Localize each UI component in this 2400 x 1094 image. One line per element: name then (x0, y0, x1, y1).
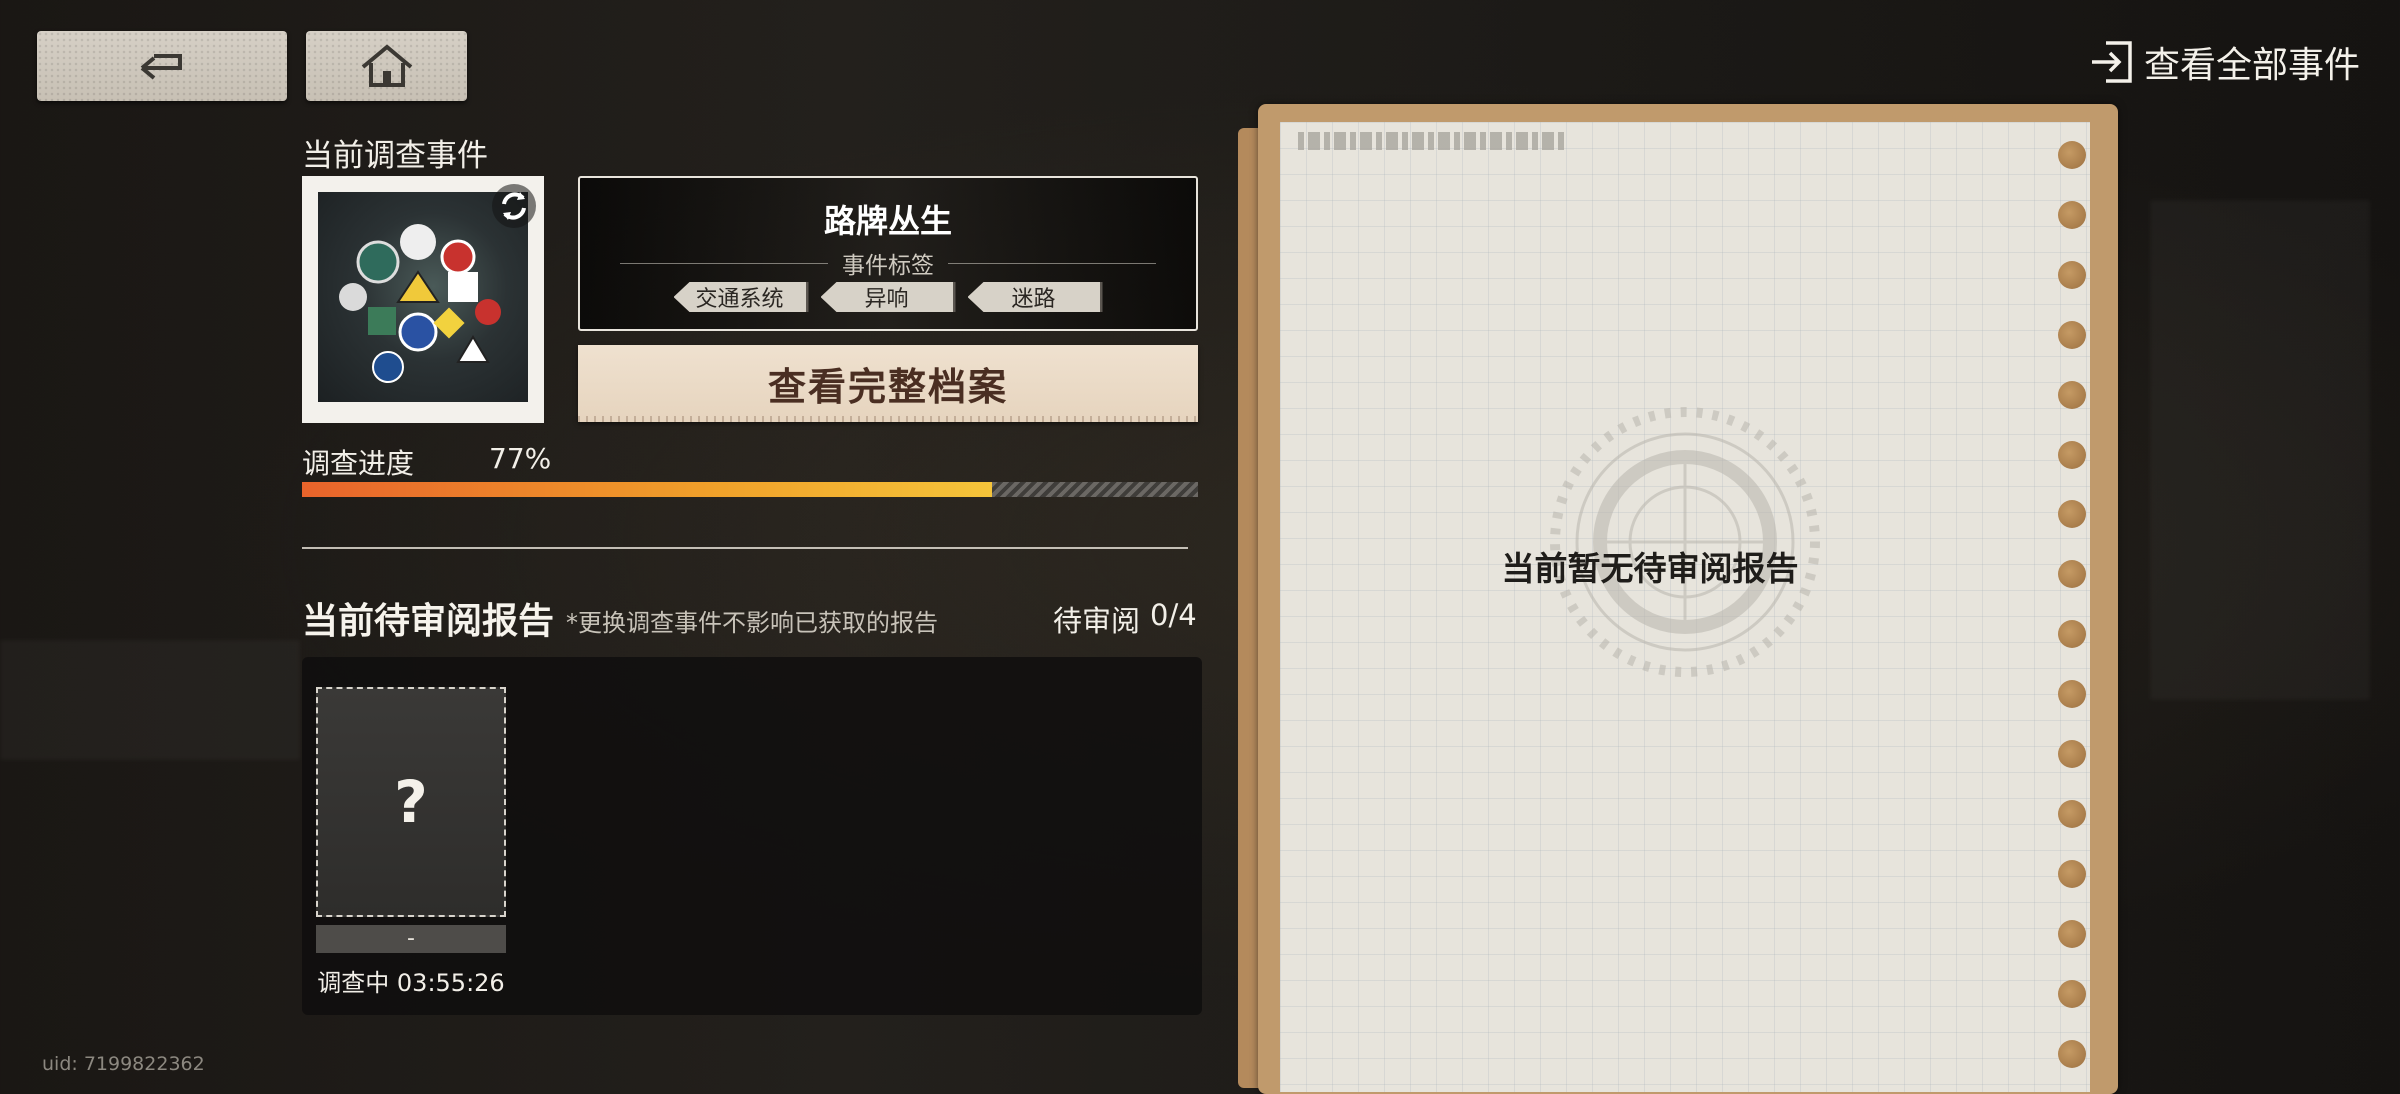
back-button[interactable] (37, 31, 287, 101)
tags-label: 事件标签 (842, 253, 934, 279)
event-tag: 异响 (820, 282, 956, 312)
progress-label: 调查进度 (302, 447, 415, 480)
pending-reports-title: 当前待审阅报告 (302, 601, 555, 642)
background-blur (2150, 200, 2370, 700)
current-event-title: 当前调查事件 (302, 138, 488, 174)
exit-icon (2091, 41, 2132, 83)
report-caption: - (316, 925, 506, 953)
divider-line (948, 262, 1156, 264)
divider-line (620, 262, 828, 264)
home-button[interactable] (306, 31, 467, 101)
event-tag: 交通系统 (673, 282, 809, 312)
progress-bar-fill (302, 482, 992, 497)
report-card[interactable]: ? - 调查中 03:55:26 (316, 687, 506, 998)
binding-ring (2058, 200, 2086, 229)
pending-count-label: 待审阅 (1053, 604, 1141, 638)
binding-ring (2058, 680, 2086, 709)
binding-ring (2058, 320, 2086, 349)
event-image-frame[interactable] (302, 176, 544, 423)
binding-ring (2058, 979, 2086, 1008)
report-status: 调查中 03:55:26 (317, 969, 505, 997)
tags-row: 交通系统 异响 迷路 (580, 282, 1196, 312)
notebook-header-strip (1298, 132, 1568, 150)
binding-ring (2058, 380, 2086, 409)
binding-ring (2058, 1039, 2086, 1068)
progress-value: 77% (489, 442, 552, 475)
view-all-events-button[interactable]: 查看全部事件 (2088, 36, 2360, 88)
binding-ring (2058, 919, 2086, 948)
binding-ring (2058, 620, 2086, 649)
progress-bar (302, 482, 1198, 497)
tags-label-row: 事件标签 (620, 246, 1156, 280)
home-icon (361, 44, 412, 87)
binding-ring (2058, 440, 2086, 469)
event-tag: 迷路 (967, 282, 1103, 312)
view-full-file-button[interactable]: 查看完整档案 (578, 345, 1198, 422)
event-name: 路牌丛生 (823, 202, 952, 240)
back-arrow-icon (140, 54, 182, 80)
pending-reports-panel: ? - 调查中 03:55:26 (302, 657, 1202, 1015)
user-id: uid: 7199822362 (42, 1053, 205, 1075)
notebook-empty-message: 当前暂无待审阅报告 (1501, 549, 1799, 588)
event-info-box: 路牌丛生 事件标签 交通系统 异响 迷路 (578, 176, 1198, 331)
binding-ring (2058, 740, 2086, 768)
pending-reports-note: *更换调查事件不影响已获取的报告 (566, 609, 938, 637)
binding-ring (2058, 859, 2086, 888)
pending-count: 0/4 (1150, 598, 1197, 632)
section-divider (302, 547, 1188, 549)
binding-ring (2058, 141, 2086, 169)
report-slot: ? (316, 687, 506, 917)
refresh-icon[interactable] (490, 182, 538, 230)
binding-ring (2058, 799, 2086, 828)
notebook-page: 当前暂无待审阅报告 (1280, 122, 2090, 1092)
view-all-events-label: 查看全部事件 (2143, 45, 2360, 86)
background-blur (0, 640, 300, 760)
binding-ring (2058, 260, 2086, 289)
